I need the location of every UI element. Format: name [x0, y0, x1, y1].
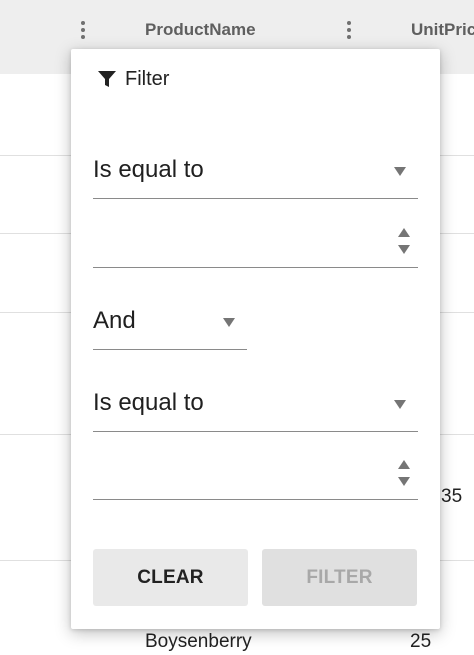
column-menu-icon[interactable]	[346, 21, 352, 43]
second-operator-dropdown[interactable]: Is equal to	[93, 381, 418, 432]
decrement-icon[interactable]	[398, 477, 410, 486]
chevron-down-icon	[223, 318, 235, 327]
chevron-down-icon	[394, 400, 406, 409]
filter-popup: Filter Is equal to And Is equal to CLEAR…	[71, 49, 440, 629]
second-value-spinner[interactable]	[398, 460, 412, 490]
productname-cell: Boysenberry	[145, 631, 252, 652]
filter-button[interactable]: FILTER	[262, 549, 417, 606]
funnel-icon	[98, 71, 116, 87]
first-operator-dropdown[interactable]: Is equal to	[93, 148, 418, 199]
logic-value: And	[93, 307, 136, 334]
logic-dropdown[interactable]: And	[93, 299, 247, 350]
chevron-down-icon	[394, 167, 406, 176]
increment-icon[interactable]	[398, 228, 410, 237]
filter-popup-header: Filter	[97, 67, 169, 91]
second-value-input[interactable]	[93, 454, 387, 500]
second-operator-value: Is equal to	[93, 389, 204, 416]
first-value-input[interactable]	[93, 222, 387, 268]
unitprice-cell: 25	[410, 631, 432, 652]
column-header-productname[interactable]: ProductName	[145, 20, 256, 40]
second-value-input-wrapper	[93, 454, 418, 500]
clear-button[interactable]: CLEAR	[93, 549, 248, 606]
first-value-input-wrapper	[93, 222, 418, 268]
column-menu-icon[interactable]	[80, 21, 86, 43]
unitprice-cell: 35	[441, 486, 463, 507]
first-value-spinner[interactable]	[398, 228, 412, 258]
column-header-unitprice[interactable]: UnitPric	[411, 20, 474, 40]
filter-title: Filter	[125, 67, 170, 90]
decrement-icon[interactable]	[398, 245, 410, 254]
first-operator-value: Is equal to	[93, 156, 204, 183]
increment-icon[interactable]	[398, 460, 410, 469]
